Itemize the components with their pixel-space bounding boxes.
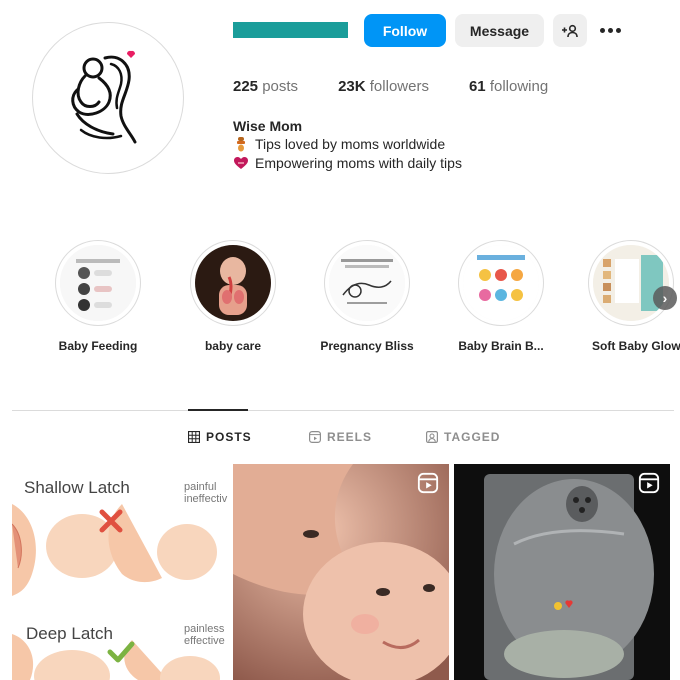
more-icon-dot [615,28,621,33]
tabs-divider [12,410,674,411]
note-painful: painful [184,481,217,493]
note-effective: effective [184,635,225,647]
bio-line-2: Empowering moms with daily tips [233,155,462,171]
bio-text-2: Empowering moms with daily tips [255,155,462,171]
active-tab-indicator [188,409,248,411]
reel-badge-icon [638,472,660,494]
tab-tagged-label: TAGGED [444,430,501,444]
reels-icon [309,431,321,443]
highlight-cover [463,245,539,321]
highlight-ring: › [588,240,677,326]
tagged-icon [426,431,438,443]
post-latch-guide[interactable]: Shallow Latch Deep Latch painful ineffec… [12,464,228,680]
followers-label: followers [369,78,429,95]
highlights-next-button[interactable]: › [653,286,677,310]
note-ineffective: ineffectiv [184,493,228,505]
post-washing-machine-reel[interactable] [454,464,670,680]
followers-count: 23K [338,78,366,95]
following-label: following [489,78,549,95]
highlight-baby-feeding[interactable]: Baby Feeding [48,240,148,353]
pacifier-icon [237,137,245,152]
highlight-label: Pregnancy Bliss [320,339,414,353]
post-mother-baby-photo[interactable] [233,464,449,680]
posts-label: posts [262,78,299,95]
follow-button[interactable]: Follow [364,14,446,47]
tab-posts[interactable]: POSTS [188,430,252,444]
deep-latch-title: Deep Latch [26,624,113,643]
bio-text-1: Tips loved by moms worldwide [255,136,446,152]
message-button[interactable]: Message [455,14,544,47]
following-count: 61 [468,78,486,95]
highlight-ring [190,240,276,326]
stat-followers[interactable]: 23K followers [338,78,429,95]
mother-baby-logo [71,50,137,144]
profile-stats: 225 posts 23K followers 61 following [233,78,588,95]
grid-icon [188,431,200,443]
add-user-button[interactable] [553,14,587,47]
highlight-cover [329,245,405,321]
heart-icon [234,157,248,169]
highlight-ring [458,240,544,326]
highlight-label: Baby Feeding [58,339,138,353]
shallow-latch-title: Shallow Latch [24,478,130,497]
highlight-cover [60,245,136,321]
tab-reels-label: REELS [327,430,373,444]
tab-posts-label: POSTS [206,430,252,444]
tab-reels[interactable]: REELS [309,430,372,444]
stat-following[interactable]: 61 following [469,78,548,95]
profile-avatar[interactable] [32,22,184,174]
more-options-button[interactable] [594,14,626,47]
reel-badge-icon [417,472,439,494]
mother-baby-photo [233,464,449,680]
username-redacted [233,22,348,38]
highlight-ring [55,240,141,326]
note-painless: painless [184,623,225,635]
profile-name: Wise Mom [233,118,303,134]
highlight-cover [195,245,271,321]
highlight-label: baby care [204,339,262,353]
highlight-label: Soft Baby Glow [592,339,680,353]
highlight-baby-care[interactable]: baby care [183,240,283,353]
tab-tagged[interactable]: TAGGED [426,430,500,444]
highlight-soft-baby-glow[interactable]: › Soft Baby Glow [586,240,680,353]
more-icon-dot [599,28,605,33]
highlight-cover [593,245,669,321]
highlight-baby-brain[interactable]: Baby Brain B... [451,240,551,353]
highlight-ring [324,240,410,326]
bio-line-1: Tips loved by moms worldwide [233,136,445,152]
highlight-label: Baby Brain B... [458,339,544,353]
stat-posts: 225 posts [233,78,298,95]
more-icon-dot [607,28,613,33]
washing-machine-photo [454,464,670,680]
posts-count: 225 [233,78,259,95]
highlight-pregnancy-bliss[interactable]: Pregnancy Bliss [317,240,417,353]
add-user-icon [562,24,578,37]
